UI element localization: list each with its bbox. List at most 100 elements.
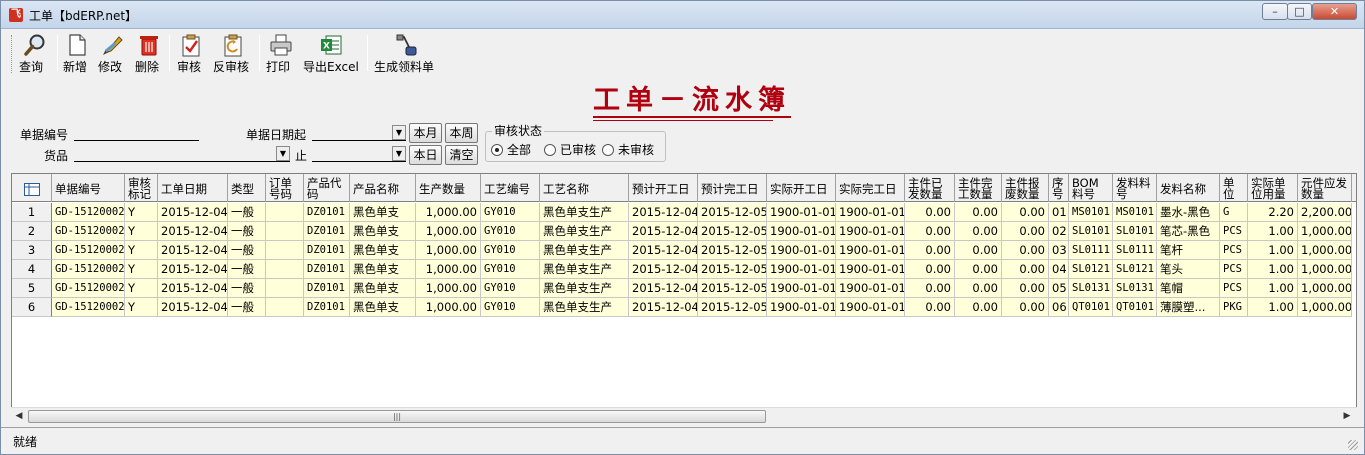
radio-unapproved[interactable]: 未审核 (602, 141, 654, 158)
cell-actual-start[interactable]: 1900-01-01 (767, 241, 836, 260)
column-header-issue-item-name[interactable]: 发料名称 (1157, 174, 1220, 202)
cell-planned-start[interactable]: 2015-12-04 (629, 203, 698, 222)
cell-finished-qty[interactable]: 0.00 (955, 203, 1002, 222)
cell-row-selector[interactable]: 1 (12, 203, 52, 222)
cell-order-no[interactable] (266, 203, 304, 222)
cell-order-no[interactable] (266, 279, 304, 298)
cell-order-date[interactable]: 2015-12-04 (158, 260, 228, 279)
cell-approve-flag[interactable]: Y (125, 260, 158, 279)
export-excel-button[interactable]: X 导出Excel (303, 33, 359, 75)
cell-issue-item-no[interactable]: SL0101 (1113, 222, 1157, 241)
table-row[interactable]: 6 GD-15120002 Y 2015-12-04 一般 DZ0101 黑色单支 1,000… (12, 298, 1356, 317)
column-header-product-name[interactable]: 产品名称 (350, 174, 416, 202)
cell-finished-qty[interactable]: 0.00 (955, 298, 1002, 317)
column-header-planned-start[interactable]: 预计开工日 (629, 174, 698, 202)
cell-product-name[interactable]: 黑色单支 (350, 241, 416, 260)
cell-unit-usage[interactable]: 1.00 (1248, 241, 1298, 260)
cell-process-no[interactable]: GY010 (481, 298, 540, 317)
table-row[interactable]: 1 GD-15120002 Y 2015-12-04 一般 DZ0101 黑色单支 1,000… (12, 203, 1356, 222)
column-header-type[interactable]: 类型 (228, 174, 266, 202)
cell-unit[interactable]: G (1220, 203, 1248, 222)
cell-scrap-qty[interactable]: 0.00 (1002, 279, 1049, 298)
radio-all[interactable]: 全部 (491, 141, 531, 158)
cell-unit[interactable]: PCS (1220, 260, 1248, 279)
column-header-seq-no[interactable]: 序号 (1049, 174, 1069, 202)
cell-seq-no[interactable]: 01 (1049, 203, 1069, 222)
cell-seq-no[interactable]: 03 (1049, 241, 1069, 260)
goods-select[interactable]: ▼ (74, 145, 290, 162)
cell-approve-flag[interactable]: Y (125, 222, 158, 241)
column-header-finished-qty[interactable]: 主件完工数量 (955, 174, 1002, 202)
cell-product-code[interactable]: DZ0101 (304, 279, 350, 298)
cell-actual-start[interactable]: 1900-01-01 (767, 279, 836, 298)
column-header-scrap-qty[interactable]: 主件报废数量 (1002, 174, 1049, 202)
cell-order-no[interactable] (266, 241, 304, 260)
cell-approve-flag[interactable]: Y (125, 298, 158, 317)
cell-process-name[interactable]: 黑色单支生产 (540, 279, 629, 298)
unapprove-button[interactable]: 反审核 (213, 33, 253, 75)
column-header-issued-qty[interactable]: 主件已发数量 (905, 174, 955, 202)
cell-approve-flag[interactable]: Y (125, 279, 158, 298)
cell-row-selector[interactable]: 4 (12, 260, 52, 279)
cell-production-qty[interactable]: 1,000.00 (416, 203, 481, 222)
cell-doc-no[interactable]: GD-15120002 (52, 203, 125, 222)
cell-doc-no[interactable]: GD-15120002 (52, 241, 125, 260)
cell-issued-qty[interactable]: 0.00 (905, 241, 955, 260)
today-button[interactable]: 本日 (409, 145, 442, 165)
cell-production-qty[interactable]: 1,000.00 (416, 298, 481, 317)
cell-issued-qty[interactable]: 0.00 (905, 222, 955, 241)
cell-unit-usage[interactable]: 2.20 (1248, 203, 1298, 222)
cell-issued-qty[interactable]: 0.00 (905, 298, 955, 317)
cell-issue-item-no[interactable]: MS0101 (1113, 203, 1157, 222)
cell-row-selector[interactable]: 6 (12, 298, 52, 317)
query-button[interactable]: 查询 (19, 33, 51, 75)
cell-unit[interactable]: PKG (1220, 298, 1248, 317)
table-row[interactable]: 4 GD-15120002 Y 2015-12-04 一般 DZ0101 黑色单支 1,000… (12, 260, 1356, 279)
cell-product-code[interactable]: DZ0101 (304, 241, 350, 260)
cell-process-name[interactable]: 黑色单支生产 (540, 298, 629, 317)
cell-issue-item-name[interactable]: 墨水-黑色 (1157, 203, 1220, 222)
cell-production-qty[interactable]: 1,000.00 (416, 260, 481, 279)
cell-unit-usage[interactable]: 1.00 (1248, 279, 1298, 298)
approve-button[interactable]: 审核 (177, 33, 205, 75)
cell-issued-qty[interactable]: 0.00 (905, 260, 955, 279)
date-to-picker[interactable]: ▼ (312, 145, 406, 162)
cell-order-date[interactable]: 2015-12-04 (158, 203, 228, 222)
date-from-picker[interactable]: ▼ (312, 124, 406, 141)
cell-issue-item-name[interactable]: 笔帽 (1157, 279, 1220, 298)
scroll-right-icon[interactable]: ▶ (1341, 411, 1353, 421)
close-button[interactable]: ✕ (1312, 3, 1357, 20)
cell-actual-finish[interactable]: 1900-01-01 (836, 241, 905, 260)
chevron-down-icon[interactable]: ▼ (276, 146, 290, 161)
cell-order-no[interactable] (266, 298, 304, 317)
cell-type[interactable]: 一般 (228, 279, 266, 298)
edit-button[interactable]: 修改 (98, 33, 128, 75)
cell-planned-finish[interactable]: 2015-12-05 (698, 298, 767, 317)
cell-process-name[interactable]: 黑色单支生产 (540, 260, 629, 279)
cell-actual-start[interactable]: 1900-01-01 (767, 298, 836, 317)
grid-select-all-icon[interactable] (23, 182, 40, 196)
column-header-bom-item-no[interactable]: BOM料号 (1069, 174, 1113, 202)
cell-type[interactable]: 一般 (228, 203, 266, 222)
print-button[interactable]: 打印 (266, 33, 296, 75)
cell-bom-item-no[interactable]: MS0101 (1069, 203, 1113, 222)
cell-doc-no[interactable]: GD-15120002 (52, 279, 125, 298)
cell-product-name[interactable]: 黑色单支 (350, 222, 416, 241)
column-header-order-date[interactable]: 工单日期 (158, 174, 228, 202)
cell-row-selector[interactable]: 2 (12, 222, 52, 241)
cell-approve-flag[interactable]: Y (125, 241, 158, 260)
cell-unit[interactable]: PCS (1220, 241, 1248, 260)
cell-issue-item-name[interactable]: 笔杆 (1157, 241, 1220, 260)
cell-planned-finish[interactable]: 2015-12-05 (698, 260, 767, 279)
horizontal-scrollbar[interactable]: ◀ ||| ▶ (11, 407, 1357, 424)
cell-bom-item-no[interactable]: SL0111 (1069, 241, 1113, 260)
cell-order-date[interactable]: 2015-12-04 (158, 241, 228, 260)
column-header-actual-start[interactable]: 实际开工日 (767, 174, 836, 202)
cell-component-qty[interactable]: 1,000.00 (1298, 241, 1352, 260)
cell-finished-qty[interactable]: 0.00 (955, 222, 1002, 241)
cell-issue-item-no[interactable]: SL0131 (1113, 279, 1157, 298)
cell-process-no[interactable]: GY010 (481, 260, 540, 279)
cell-issue-item-name[interactable]: 笔头 (1157, 260, 1220, 279)
cell-unit-usage[interactable]: 1.00 (1248, 260, 1298, 279)
cell-finished-qty[interactable]: 0.00 (955, 241, 1002, 260)
